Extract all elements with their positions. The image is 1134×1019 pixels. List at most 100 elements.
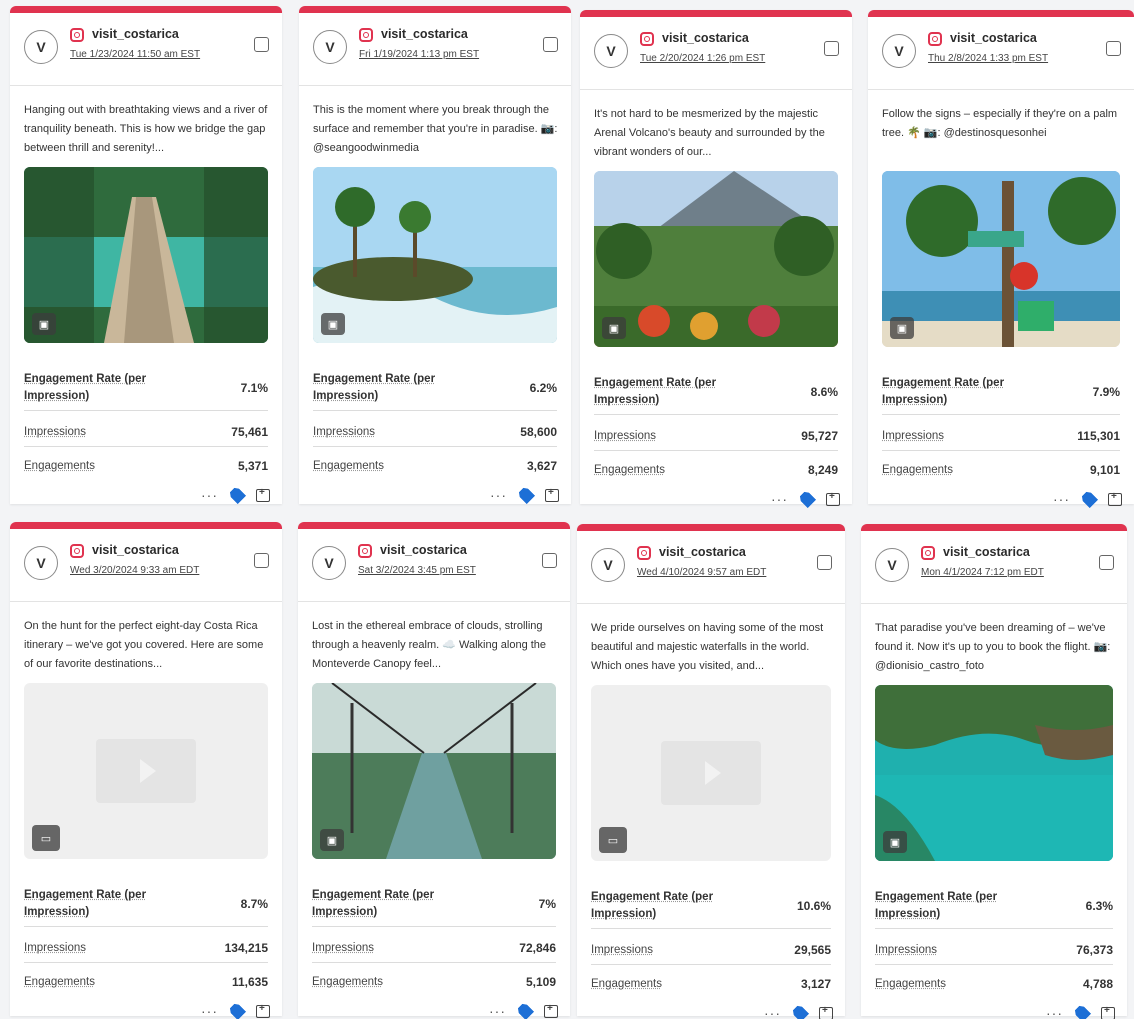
add-comment-icon[interactable] (1108, 493, 1122, 506)
engagement-rate-value: 7% (539, 897, 556, 911)
select-checkbox[interactable] (817, 555, 832, 570)
engagement-rate-row: Engagement Rate (per Impression) 7% (312, 881, 556, 927)
post-date-link[interactable]: Tue 1/23/2024 11:50 am EST (70, 49, 200, 60)
engagements-label[interactable]: Engagements (312, 976, 383, 988)
post-date-link[interactable]: Tue 2/20/2024 1:26 pm EST (640, 53, 765, 64)
engagements-label[interactable]: Engagements (591, 978, 662, 990)
select-checkbox[interactable] (1106, 41, 1121, 56)
more-options-button[interactable]: ··· (1046, 1005, 1063, 1019)
account-handle[interactable]: visit_costarica (92, 543, 179, 557)
post-image[interactable]: ▣ (882, 171, 1120, 347)
post-date-link[interactable]: Sat 3/2/2024 3:45 pm EST (358, 565, 476, 576)
add-comment-icon[interactable] (544, 1005, 558, 1018)
post-image[interactable]: ▣ (594, 171, 838, 347)
post-date-link[interactable]: Thu 2/8/2024 1:33 pm EST (928, 53, 1048, 64)
avatar[interactable]: V (594, 34, 628, 68)
select-checkbox[interactable] (824, 41, 839, 56)
engagement-rate-label[interactable]: Engagement Rate (per Impression) (313, 371, 453, 405)
play-icon (96, 739, 196, 803)
engagement-rate-label[interactable]: Engagement Rate (per Impression) (24, 887, 164, 921)
impressions-label[interactable]: Impressions (24, 426, 86, 438)
post-date-link[interactable]: Wed 3/20/2024 9:33 am EDT (70, 565, 199, 576)
post-date-link[interactable]: Mon 4/1/2024 7:12 pm EDT (921, 567, 1044, 578)
card-actions: ··· (201, 487, 270, 503)
engagements-label[interactable]: Engagements (882, 464, 953, 476)
tag-icon[interactable] (517, 486, 535, 504)
bridge-photo (24, 167, 268, 343)
post-image[interactable]: ▣ (875, 685, 1113, 861)
post-header: V visit_costarica Wed 3/20/2024 9:33 am … (10, 529, 282, 602)
impressions-label[interactable]: Impressions (875, 944, 937, 956)
tag-icon[interactable] (228, 486, 246, 504)
impressions-label[interactable]: Impressions (312, 942, 374, 954)
engagements-label[interactable]: Engagements (875, 978, 946, 990)
post-date-link[interactable]: Wed 4/10/2024 9:57 am EDT (637, 567, 766, 578)
more-options-button[interactable]: ··· (490, 487, 507, 503)
tag-icon[interactable] (798, 490, 816, 508)
select-checkbox[interactable] (542, 553, 557, 568)
engagements-value: 3,627 (527, 459, 557, 473)
engagement-rate-row: Engagement Rate (per Impression) 7.1% (24, 365, 268, 411)
account-handle[interactable]: visit_costarica (381, 27, 468, 41)
video-placeholder[interactable]: ▭ (24, 683, 268, 859)
beach-photo (313, 167, 557, 343)
add-comment-icon[interactable] (1101, 1007, 1115, 1019)
avatar[interactable]: V (882, 34, 916, 68)
account-handle[interactable]: visit_costarica (659, 545, 746, 559)
engagements-label[interactable]: Engagements (594, 464, 665, 476)
select-checkbox[interactable] (1099, 555, 1114, 570)
video-placeholder[interactable]: ▭ (591, 685, 831, 861)
account-handle[interactable]: visit_costarica (92, 27, 179, 41)
engagements-label[interactable]: Engagements (24, 460, 95, 472)
tag-icon[interactable] (228, 1002, 246, 1019)
instagram-icon (921, 546, 935, 560)
engagement-rate-label[interactable]: Engagement Rate (per Impression) (24, 371, 164, 405)
add-comment-icon[interactable] (826, 493, 840, 506)
add-comment-icon[interactable] (545, 489, 559, 502)
engagement-rate-label[interactable]: Engagement Rate (per Impression) (591, 889, 731, 923)
tag-icon[interactable] (1073, 1004, 1091, 1019)
account-handle[interactable]: visit_costarica (662, 31, 749, 45)
impressions-label[interactable]: Impressions (24, 942, 86, 954)
more-options-button[interactable]: ··· (201, 487, 218, 503)
select-checkbox[interactable] (254, 37, 269, 52)
select-checkbox[interactable] (543, 37, 558, 52)
more-options-button[interactable]: ··· (771, 491, 788, 507)
post-image[interactable]: ▣ (24, 167, 268, 343)
select-checkbox[interactable] (254, 553, 269, 568)
avatar[interactable]: V (24, 546, 58, 580)
add-comment-icon[interactable] (256, 489, 270, 502)
post-image[interactable]: ▣ (313, 167, 557, 343)
more-options-button[interactable]: ··· (1053, 491, 1070, 507)
engagement-rate-label[interactable]: Engagement Rate (per Impression) (875, 889, 1015, 923)
avatar[interactable]: V (591, 548, 625, 582)
tag-icon[interactable] (791, 1004, 809, 1019)
add-comment-icon[interactable] (819, 1007, 833, 1019)
more-options-button[interactable]: ··· (764, 1005, 781, 1019)
engagements-label[interactable]: Engagements (313, 460, 384, 472)
more-options-button[interactable]: ··· (201, 1003, 218, 1019)
canopy-bridge-photo (312, 683, 556, 859)
impressions-label[interactable]: Impressions (594, 430, 656, 442)
engagements-label[interactable]: Engagements (24, 976, 95, 988)
impressions-label[interactable]: Impressions (313, 426, 375, 438)
engagement-rate-value: 8.6% (811, 385, 838, 399)
account-handle[interactable]: visit_costarica (950, 31, 1037, 45)
avatar[interactable]: V (313, 30, 347, 64)
account-handle[interactable]: visit_costarica (943, 545, 1030, 559)
avatar[interactable]: V (875, 548, 909, 582)
engagement-rate-label[interactable]: Engagement Rate (per Impression) (594, 375, 734, 409)
impressions-label[interactable]: Impressions (591, 944, 653, 956)
avatar[interactable]: V (312, 546, 346, 580)
add-comment-icon[interactable] (256, 1005, 270, 1018)
avatar[interactable]: V (24, 30, 58, 64)
post-image[interactable]: ▣ (312, 683, 556, 859)
tag-icon[interactable] (1080, 490, 1098, 508)
account-handle[interactable]: visit_costarica (380, 543, 467, 557)
impressions-label[interactable]: Impressions (882, 430, 944, 442)
engagement-rate-label[interactable]: Engagement Rate (per Impression) (312, 887, 452, 921)
engagement-rate-label[interactable]: Engagement Rate (per Impression) (882, 375, 1022, 409)
more-options-button[interactable]: ··· (489, 1003, 506, 1019)
post-date-link[interactable]: Fri 1/19/2024 1:13 pm EST (359, 49, 479, 60)
tag-icon[interactable] (516, 1002, 534, 1019)
